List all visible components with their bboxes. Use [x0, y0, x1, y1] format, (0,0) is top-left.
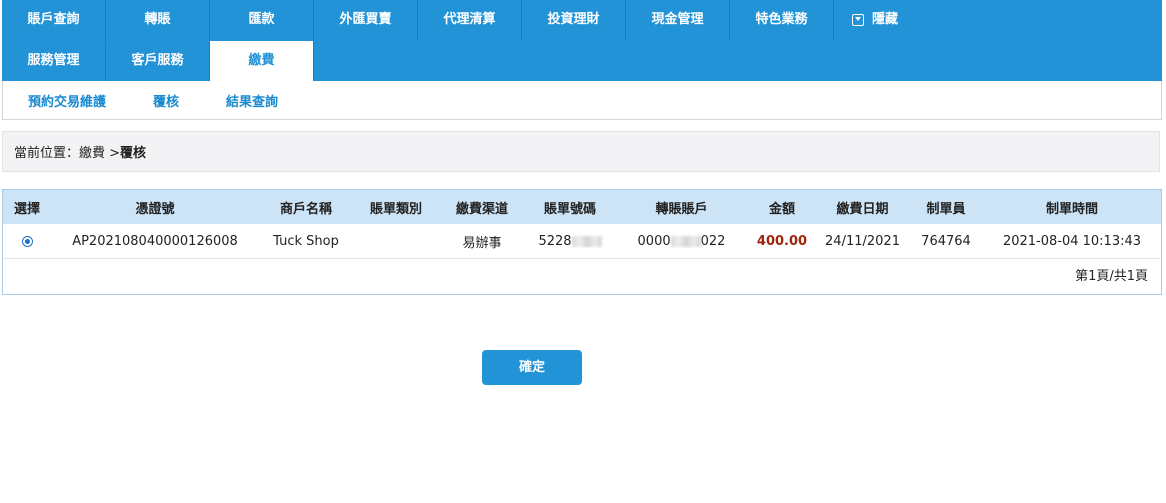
review-table-panel: 選擇 憑證號 商戶名稱 賬單類別 繳費渠道 賬單號碼 轉賬賬戶 金額 繳費日期 …	[2, 189, 1162, 295]
nav-agency-clearing[interactable]: 代理清算	[418, 0, 522, 40]
nav-cash-management[interactable]: 現金管理	[626, 0, 730, 40]
col-header-select: 選擇	[3, 190, 51, 224]
channel-cell: 易辦事	[439, 224, 525, 259]
bill-no-visible: 5228	[538, 233, 572, 249]
confirm-button[interactable]: 確定	[482, 350, 582, 385]
col-header-created: 制單時間	[983, 190, 1161, 224]
nav-forex[interactable]: 外匯買賣	[314, 0, 418, 40]
col-header-channel: 繳費渠道	[439, 190, 525, 224]
nav-remittance[interactable]: 匯款	[210, 0, 314, 40]
subnav-result-inquiry[interactable]: 結果查詢	[226, 91, 278, 110]
account-prefix: 0000	[637, 233, 671, 249]
operator-cell: 764764	[909, 224, 983, 259]
redacted-mask	[670, 235, 701, 247]
nav-row-1: 賬戶查詢 轉賬 匯款 外匯買賣 代理清算 投資理財 現金管理 特色業務 隱藏	[2, 0, 1162, 40]
nav-service-management[interactable]: 服務管理	[2, 41, 106, 81]
col-header-bill-type: 賬單類別	[353, 190, 439, 224]
account-cell: 0000 022	[615, 224, 748, 259]
col-header-voucher: 憑證號	[51, 190, 259, 224]
nav-customer-service[interactable]: 客戶服務	[106, 41, 210, 81]
row-select-radio[interactable]	[21, 235, 33, 247]
breadcrumb-current: 覆核	[120, 146, 147, 161]
table-row[interactable]: AP202108040000126008 Tuck Shop 易辦事 5228 …	[3, 224, 1161, 259]
table-header-row: 選擇 憑證號 商戶名稱 賬單類別 繳費渠道 賬單號碼 轉賬賬戶 金額 繳費日期 …	[3, 190, 1161, 224]
col-header-operator: 制單員	[909, 190, 983, 224]
created-time-cell: 2021-08-04 10:13:43	[983, 224, 1161, 259]
col-header-bill-no: 賬單號碼	[525, 190, 615, 224]
col-header-merchant: 商戶名稱	[259, 190, 353, 224]
redacted-mask	[571, 235, 602, 247]
subnav-scheduled-maintenance[interactable]: 預約交易維護	[28, 91, 106, 110]
col-header-pay-date: 繳費日期	[816, 190, 909, 224]
select-cell	[3, 224, 51, 259]
account-suffix: 022	[700, 233, 726, 249]
col-header-amount: 金額	[748, 190, 816, 224]
nav-featured-business[interactable]: 特色業務	[730, 0, 834, 40]
bill-type-cell	[353, 224, 439, 259]
nav-transfer[interactable]: 轉賬	[106, 0, 210, 40]
nav-account-inquiry[interactable]: 賬戶查詢	[2, 0, 106, 40]
pagination-info: 第1頁/共1頁	[1075, 269, 1148, 284]
nav-investment[interactable]: 投資理財	[522, 0, 626, 40]
nav-bill-payment[interactable]: 繳費	[210, 41, 314, 81]
amount-cell: 400.00	[748, 224, 816, 259]
voucher-cell: AP202108040000126008	[51, 224, 259, 259]
breadcrumb: 當前位置：繳費 > 覆核	[2, 131, 1160, 172]
nav-hide-toggle[interactable]: 隱藏	[834, 0, 898, 40]
review-table: 選擇 憑證號 商戶名稱 賬單類別 繳費渠道 賬單號碼 轉賬賬戶 金額 繳費日期 …	[3, 190, 1161, 259]
main-nav: 賬戶查詢 轉賬 匯款 外匯買賣 代理清算 投資理財 現金管理 特色業務 隱藏 服…	[2, 0, 1162, 81]
pay-date-cell: 24/11/2021	[816, 224, 909, 259]
merchant-cell: Tuck Shop	[259, 224, 353, 259]
col-header-account: 轉賬賬戶	[615, 190, 748, 224]
breadcrumb-path: 當前位置：繳費 >	[14, 146, 121, 161]
bill-no-cell: 5228	[525, 224, 615, 259]
sub-nav: 預約交易維護 覆核 結果查詢	[2, 81, 1162, 120]
nav-hide-label: 隱藏	[872, 12, 899, 27]
subnav-review[interactable]: 覆核	[153, 91, 179, 110]
collapse-icon	[852, 14, 864, 26]
nav-row-2: 服務管理 客戶服務 繳費	[2, 41, 1162, 81]
